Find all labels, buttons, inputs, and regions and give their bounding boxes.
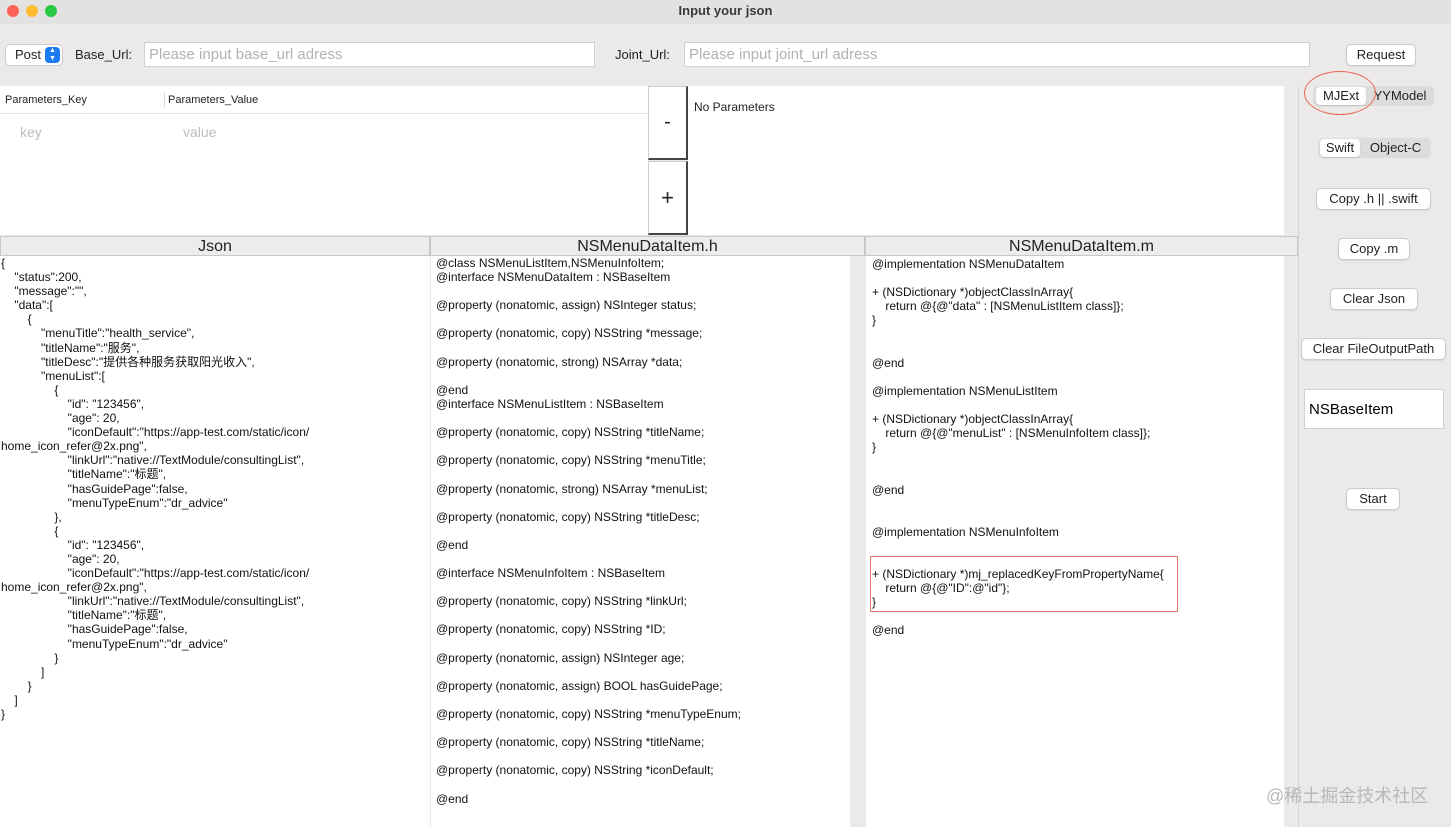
base-class-input[interactable] bbox=[1304, 389, 1444, 429]
impl-file-column-header: NSMenuDataItem.m bbox=[865, 236, 1298, 256]
clear-output-path-button[interactable]: Clear FileOutputPath bbox=[1301, 338, 1446, 360]
highlight-box bbox=[870, 556, 1178, 612]
header-file-editor[interactable]: @class NSMenuListItem,NSMenuInfoItem; @i… bbox=[431, 256, 850, 827]
copy-m-button[interactable]: Copy .m bbox=[1338, 238, 1410, 260]
parameters-key-header[interactable]: Parameters_Key bbox=[5, 94, 87, 106]
method-value: Post bbox=[15, 47, 42, 62]
json-editor-text: { "status":200, "message":"", "data":[ {… bbox=[1, 256, 310, 721]
parameters-preview bbox=[688, 86, 1284, 235]
add-parameter-button[interactable]: + bbox=[648, 161, 688, 235]
value-placeholder[interactable]: value bbox=[183, 124, 216, 140]
json-column-header: Json bbox=[0, 236, 430, 256]
header-file-column-header: NSMenuDataItem.h bbox=[430, 236, 865, 256]
base-url-label: Base_Url: bbox=[75, 47, 133, 62]
window-title: Input your json bbox=[678, 3, 773, 18]
language-option-objc[interactable]: Object-C bbox=[1364, 139, 1427, 157]
key-placeholder[interactable]: key bbox=[20, 124, 42, 140]
base-url-input[interactable] bbox=[144, 42, 595, 67]
request-button[interactable]: Request bbox=[1346, 44, 1416, 66]
parameters-table-header: Parameters_Key Parameters_Value bbox=[0, 86, 648, 114]
parameters-value-header[interactable]: Parameters_Value bbox=[168, 94, 258, 106]
method-popup[interactable]: Post ▲ ▼ bbox=[5, 44, 63, 66]
copy-h-button[interactable]: Copy .h || .swift bbox=[1316, 188, 1431, 210]
language-option-swift[interactable]: Swift bbox=[1320, 139, 1360, 157]
json-editor[interactable]: { "status":200, "message":"", "data":[ {… bbox=[0, 256, 430, 827]
parameters-table[interactable]: Parameters_Key Parameters_Value key valu… bbox=[0, 86, 648, 235]
watermark: @稀土掘金技术社区 bbox=[1266, 786, 1429, 806]
language-segmented-control[interactable]: Swift Object-C bbox=[1318, 138, 1431, 158]
start-button[interactable]: Start bbox=[1346, 488, 1400, 510]
parameters-status: No Parameters bbox=[694, 100, 775, 114]
highlight-ring bbox=[1304, 71, 1376, 115]
framework-option-yymodel[interactable]: YYModel bbox=[1369, 87, 1431, 105]
clear-json-button[interactable]: Clear Json bbox=[1330, 288, 1418, 310]
joint-url-label: Joint_Url: bbox=[615, 47, 670, 62]
popup-stepper-icon: ▲ ▼ bbox=[45, 47, 60, 63]
joint-url-input[interactable] bbox=[684, 42, 1310, 67]
remove-parameter-button[interactable]: - bbox=[648, 86, 688, 160]
impl-file-editor[interactable]: @implementation NSMenuDataItem + (NSDict… bbox=[866, 256, 1284, 827]
header-file-text: @class NSMenuListItem,NSMenuInfoItem; @i… bbox=[436, 256, 741, 806]
column-divider bbox=[164, 92, 165, 107]
